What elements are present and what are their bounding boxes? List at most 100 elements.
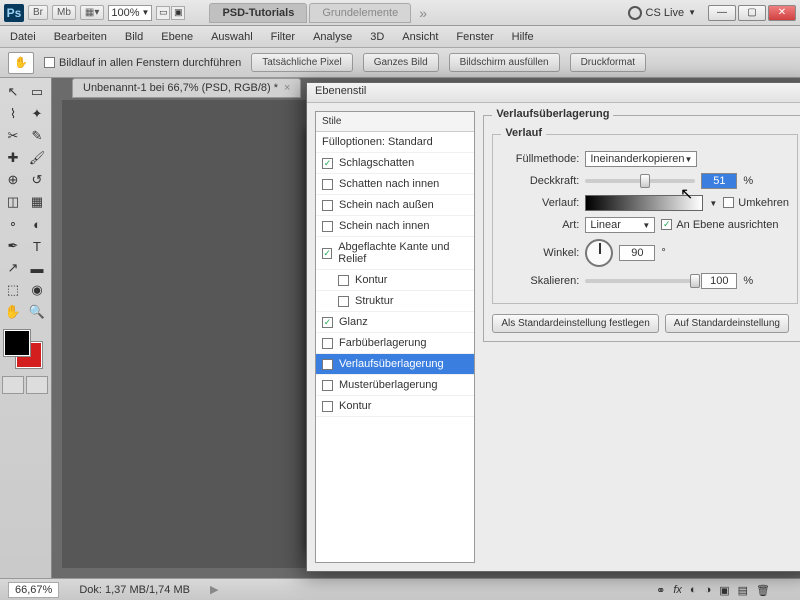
style-item-schein-nach-au-en[interactable]: Schein nach außen [316, 195, 474, 216]
fill-options-item[interactable]: Fülloptionen: Standard [316, 132, 474, 153]
path-tool[interactable]: ↗ [2, 258, 24, 278]
maximize-button[interactable]: ▢ [738, 5, 766, 21]
3d-cam-tool[interactable]: ◉ [26, 280, 48, 300]
link-icon[interactable]: ⚭ [656, 584, 665, 597]
shape-tool[interactable]: ▬ [26, 258, 48, 278]
wand-tool[interactable]: ✦ [26, 104, 48, 124]
workspace-tab-tutorials[interactable]: PSD-Tutorials [209, 3, 307, 23]
viewextras-button[interactable]: ▦▾ [80, 5, 104, 20]
styles-list: Stile Fülloptionen: Standard ✓Schlagscha… [315, 111, 475, 563]
style-item-glanz[interactable]: ✓Glanz [316, 312, 474, 333]
pen-tool[interactable]: ✒ [2, 236, 24, 256]
cs-live[interactable]: CS Live▼ [628, 6, 696, 20]
style-item-farb-berlagerung[interactable]: Farbüberlagerung [316, 333, 474, 354]
toolbox: ↖ ▭ ⌇ ✦ ✂ ✎ ✚ 🖌 ⊕ ↺ ◫ ▦ ∘ ◐ ✒ T ↗ ▬ ⬚ ◉ … [0, 78, 52, 578]
minibridge-button[interactable]: Mb [52, 5, 76, 20]
bridge-button[interactable]: Br [28, 5, 48, 20]
adjust-icon[interactable]: ◑ [705, 584, 712, 597]
blur-tool[interactable]: ∘ [2, 214, 24, 234]
menu-hilfe[interactable]: Hilfe [512, 31, 534, 43]
trash-icon[interactable]: 🗑 [756, 584, 770, 597]
zoom-select[interactable]: 100%▼ [108, 5, 152, 21]
styles-header[interactable]: Stile [316, 112, 474, 132]
actual-pixels-button[interactable]: Tatsächliche Pixel [251, 53, 352, 72]
style-item-schatten-nach-innen[interactable]: Schatten nach innen [316, 174, 474, 195]
gradient-picker[interactable] [585, 195, 703, 211]
quickmask-button[interactable] [2, 376, 24, 394]
hand-tool[interactable]: ✋ [2, 302, 24, 322]
style-item-schein-nach-innen[interactable]: Schein nach innen [316, 216, 474, 237]
gradient-overlay-section: Verlaufsüberlagerung Verlauf Füllmethode… [483, 115, 800, 342]
screenmode-icon[interactable]: ▣ [171, 6, 185, 20]
make-default-button[interactable]: Als Standardeinstellung festlegen [492, 314, 658, 333]
menu-fenster[interactable]: Fenster [456, 31, 493, 43]
newlayer-icon[interactable]: ▤ [738, 584, 748, 597]
scale-slider[interactable] [585, 279, 695, 283]
close-doc-icon[interactable]: × [284, 82, 290, 94]
lasso-tool[interactable]: ⌇ [2, 104, 24, 124]
titlebar: Ps Br Mb ▦▾ 100%▼ ▭ ▣ PSD-Tutorials Grun… [0, 0, 800, 26]
fit-screen-button[interactable]: Ganzes Bild [363, 53, 439, 72]
heal-tool[interactable]: ✚ [2, 148, 24, 168]
style-item-schlagschatten[interactable]: ✓Schlagschatten [316, 153, 474, 174]
style-item-verlaufs-berlagerung[interactable]: ✓Verlaufsüberlagerung [316, 354, 474, 375]
menubar: Datei Bearbeiten Bild Ebene Auswahl Filt… [0, 26, 800, 48]
dodge-tool[interactable]: ◐ [26, 214, 48, 234]
type-tool[interactable]: T [26, 236, 48, 256]
opacity-slider[interactable] [585, 179, 695, 183]
workspace-tabs: PSD-Tutorials Grundelemente [209, 3, 411, 23]
document-tab[interactable]: Unbenannt-1 bei 66,7% (PSD, RGB/8) *× [72, 78, 301, 98]
move-tool[interactable]: ↖ [2, 82, 24, 102]
scroll-all-checkbox[interactable]: Bildlauf in allen Fenstern durchführen [44, 57, 241, 69]
reset-default-button[interactable]: Auf Standardeinstellung [665, 314, 789, 333]
foreground-color[interactable] [4, 330, 30, 356]
menu-ansicht[interactable]: Ansicht [402, 31, 438, 43]
style-item-kontur[interactable]: Kontur [316, 270, 474, 291]
arrange-icon[interactable]: ▭ [156, 6, 170, 20]
gradient-tool[interactable]: ▦ [26, 192, 48, 212]
crop-tool[interactable]: ✂ [2, 126, 24, 146]
layers-panel-icons: ⚭ fx ◐ ◑ ▣ ▤ 🗑 [656, 584, 770, 597]
folder-icon[interactable]: ▣ [719, 584, 729, 597]
style-item-kontur[interactable]: Kontur [316, 396, 474, 417]
marquee-tool[interactable]: ▭ [26, 82, 48, 102]
menu-ebene[interactable]: Ebene [161, 31, 193, 43]
style-item-abgeflachte-kante-und-relief[interactable]: ✓Abgeflachte Kante und Relief [316, 237, 474, 270]
blendmode-select[interactable]: Ineinanderkopieren▼ [585, 151, 697, 167]
screenmode-button[interactable] [26, 376, 48, 394]
align-layer-checkbox[interactable]: ✓An Ebene ausrichten [661, 219, 778, 231]
close-button[interactable]: ✕ [768, 5, 796, 21]
zoom-tool[interactable]: 🔍 [26, 302, 48, 322]
more-workspaces-icon[interactable]: » [419, 5, 427, 21]
brush-tool[interactable]: 🖌 [26, 148, 48, 168]
style-item-struktur[interactable]: Struktur [316, 291, 474, 312]
menu-filter[interactable]: Filter [271, 31, 295, 43]
menu-3d[interactable]: 3D [370, 31, 384, 43]
zoom-field[interactable]: 66,67% [8, 582, 59, 598]
eraser-tool[interactable]: ◫ [2, 192, 24, 212]
color-swatches[interactable] [2, 330, 49, 370]
gradient-style-select[interactable]: Linear▼ [585, 217, 655, 233]
opacity-field[interactable]: 51 [701, 173, 737, 189]
fill-screen-button[interactable]: Bildschirm ausfüllen [449, 53, 560, 72]
fx-icon[interactable]: fx [673, 584, 682, 597]
print-size-button[interactable]: Druckformat [570, 53, 646, 72]
eyedropper-tool[interactable]: ✎ [26, 126, 48, 146]
history-brush-tool[interactable]: ↺ [26, 170, 48, 190]
angle-field[interactable]: 90 [619, 245, 655, 261]
3d-tool[interactable]: ⬚ [2, 280, 24, 300]
minimize-button[interactable]: — [708, 5, 736, 21]
menu-analyse[interactable]: Analyse [313, 31, 352, 43]
scale-field[interactable]: 100 [701, 273, 737, 289]
menu-auswahl[interactable]: Auswahl [211, 31, 253, 43]
style-item-muster-berlagerung[interactable]: Musterüberlagerung [316, 375, 474, 396]
workspace-tab-grundelemente[interactable]: Grundelemente [309, 3, 411, 23]
mask-icon[interactable]: ◐ [690, 584, 697, 597]
menu-bild[interactable]: Bild [125, 31, 143, 43]
menu-bearbeiten[interactable]: Bearbeiten [54, 31, 107, 43]
angle-dial[interactable] [585, 239, 613, 267]
hand-tool-icon[interactable]: ✋ [8, 52, 34, 74]
menu-datei[interactable]: Datei [10, 31, 36, 43]
stamp-tool[interactable]: ⊕ [2, 170, 24, 190]
reverse-checkbox[interactable]: Umkehren [723, 197, 789, 209]
